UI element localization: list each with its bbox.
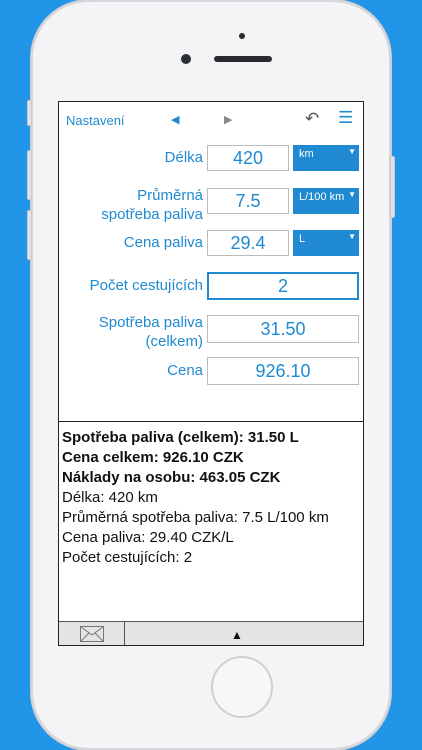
summary-panel: Spotřeba paliva (celkem): 31.50 L Cena c… — [62, 428, 362, 568]
consumption-unit-label: L/100 km — [299, 191, 345, 203]
home-button[interactable] — [211, 656, 273, 718]
front-camera-icon — [181, 54, 191, 64]
passengers-label: Počet cestujících — [89, 277, 203, 294]
app-screen: Nastavení ◀ ▶ ↶ ☰ Délka 420 km ▼ Průměrn… — [58, 101, 364, 646]
mail-icon — [80, 626, 104, 642]
consumption-label-line2: spotřeba paliva — [101, 206, 203, 223]
consumption-unit-select[interactable]: L/100 km ▼ — [293, 188, 359, 214]
total-fuel-label-line1: Spotřeba paliva — [98, 314, 203, 331]
distance-unit-select[interactable]: km ▼ — [293, 145, 359, 171]
bottom-toolbar: ▲ — [59, 621, 363, 645]
expand-up-icon[interactable]: ▲ — [231, 628, 243, 642]
total-fuel-output: 31.50 — [207, 315, 359, 343]
summary-total-price: Cena celkem: 926.10 CZK — [62, 449, 244, 466]
fuel-price-unit-select[interactable]: L ▼ — [293, 230, 359, 256]
price-output: 926.10 — [207, 357, 359, 385]
mute-switch — [27, 100, 32, 126]
calculator-form: Délka 420 km ▼ Průměrná spotřeba paliva … — [59, 138, 363, 422]
previous-arrow-icon[interactable]: ◀ — [171, 113, 179, 126]
chevron-down-icon: ▼ — [348, 232, 356, 241]
distance-input[interactable]: 420 — [207, 145, 289, 171]
total-fuel-label-line2: (celkem) — [145, 333, 203, 350]
undo-icon[interactable]: ↶ — [305, 109, 319, 129]
volume-down-button — [27, 210, 32, 260]
distance-unit-label: km — [299, 148, 314, 160]
chevron-down-icon: ▼ — [348, 147, 356, 156]
fuel-price-label: Cena paliva — [123, 234, 203, 251]
top-toolbar: Nastavení ◀ ▶ ↶ ☰ — [59, 102, 363, 138]
volume-up-button — [27, 150, 32, 200]
consumption-label: Průměrná spotřeba paliva — [79, 186, 203, 224]
fuel-price-unit-label: L — [299, 233, 306, 245]
consumption-label-line1: Průměrná — [137, 187, 203, 204]
summary-consumption: Průměrná spotřeba paliva: 7.5 L/100 km — [62, 509, 329, 526]
menu-icon[interactable]: ☰ — [338, 108, 353, 128]
distance-label: Délka — [164, 149, 203, 166]
price-label: Cena — [167, 362, 203, 379]
chevron-down-icon: ▼ — [348, 190, 356, 199]
fuel-price-input[interactable]: 29.4 — [207, 230, 289, 256]
share-email-button[interactable] — [59, 622, 125, 645]
power-button — [390, 156, 395, 218]
summary-distance: Délka: 420 km — [62, 489, 158, 506]
sensor-icon — [239, 33, 245, 39]
settings-link[interactable]: Nastavení — [66, 113, 125, 128]
divider — [59, 421, 363, 422]
summary-cost-per-person: Náklady na osobu: 463.05 CZK — [62, 469, 281, 486]
speaker-grille — [214, 56, 272, 62]
summary-total-fuel: Spotřeba paliva (celkem): 31.50 L — [62, 429, 299, 446]
next-arrow-icon[interactable]: ▶ — [224, 113, 232, 126]
consumption-input[interactable]: 7.5 — [207, 188, 289, 214]
passengers-input[interactable]: 2 — [207, 272, 359, 300]
summary-fuel-price: Cena paliva: 29.40 CZK/L — [62, 529, 234, 546]
total-fuel-label: Spotřeba paliva (celkem) — [79, 313, 203, 351]
summary-passengers: Počet cestujících: 2 — [62, 549, 193, 566]
